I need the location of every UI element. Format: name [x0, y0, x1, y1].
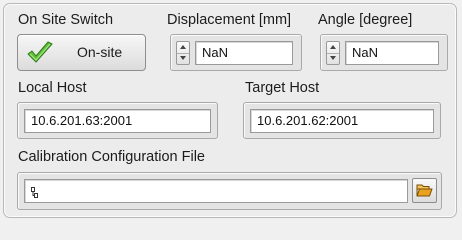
calibration-file-field[interactable]: [24, 179, 408, 203]
angle-field[interactable]: NaN: [345, 41, 439, 65]
local-host-label: Local Host: [18, 80, 87, 96]
target-host-label: Target Host: [245, 80, 320, 96]
displacement-spinner[interactable]: [176, 41, 190, 65]
target-host-field[interactable]: 10.6.201.62:2001: [250, 109, 434, 133]
angle-label: Angle [degree]: [318, 12, 413, 28]
on-site-button-label: On-site: [77, 44, 123, 60]
displacement-label: Displacement [mm]: [167, 12, 292, 28]
displacement-decrement-button[interactable]: [177, 53, 189, 64]
calibration-file-label: Calibration Configuration File: [18, 149, 205, 165]
on-site-switch-label: On Site Switch: [18, 12, 114, 28]
on-site-switch-button[interactable]: On-site: [17, 34, 146, 71]
angle-spinner[interactable]: [326, 41, 340, 65]
local-host-field[interactable]: 10.6.201.63:2001: [24, 109, 211, 133]
displacement-field[interactable]: NaN: [195, 41, 293, 65]
path-icon: [31, 185, 39, 202]
browse-button[interactable]: [412, 178, 437, 203]
checkmark-icon: [26, 41, 54, 65]
angle-decrement-button[interactable]: [327, 53, 339, 64]
